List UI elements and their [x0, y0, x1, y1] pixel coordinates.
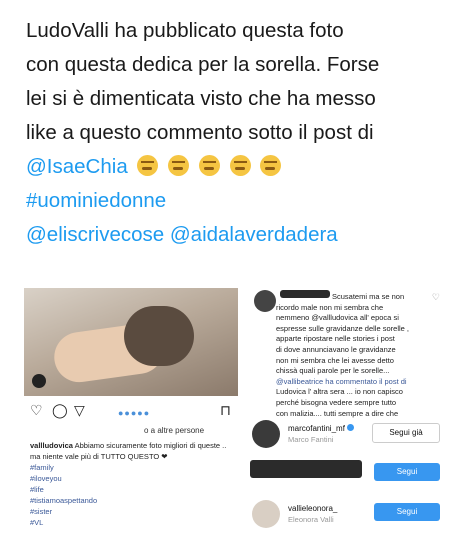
tweet-text: LudoValli ha pubblicato questa foto con …: [26, 14, 456, 252]
comment-line: apparte ripostare nelle stories i post: [276, 334, 395, 344]
verified-badge-icon: [346, 424, 354, 431]
caption-hashtag[interactable]: #tistiamoaspettando: [30, 495, 230, 506]
comment-line: con malizia.... tutti sempre a dire che: [276, 408, 399, 418]
user-fullname: Marco Fantini: [288, 435, 334, 444]
comment-line: nemmeno @vallludovica all' epoca si: [276, 313, 399, 323]
following-button[interactable]: Segui già: [372, 423, 440, 443]
heart-icon[interactable]: ♡: [432, 292, 440, 303]
avatar: [252, 420, 280, 448]
downcast-face-with-sweat-emoji-icon: [229, 155, 251, 176]
user-row[interactable]: marcofantini_mf Marco Fantini Segui già: [250, 420, 446, 452]
comment-line: espresse sulle gravidanze delle sorelle …: [276, 323, 409, 333]
tweet-line-mention: @IsaeChia: [26, 150, 456, 184]
comment-line: Ludovica l' altra sera ... io non capisc…: [276, 387, 403, 397]
caption-hashtag[interactable]: #iloveyou: [30, 473, 230, 484]
caption-username[interactable]: vallludovica: [30, 441, 73, 450]
user-tag-icon[interactable]: [32, 374, 46, 388]
avatar: [254, 290, 276, 312]
user-row[interactable]: vallieleonora_ Eleonora Valli Segui: [250, 500, 446, 532]
tweet-line: lei si è dimenticata visto che ha messo: [26, 87, 376, 110]
caption-hashtag[interactable]: #life: [30, 484, 230, 495]
comment-line: non mi sembra che lei avesse detto: [276, 355, 394, 365]
comment-line: chissà quali parole per le sorelle...: [276, 366, 390, 376]
user-username: marcofantini_mf: [288, 424, 354, 433]
bookmark-icon[interactable]: ⊓: [220, 402, 231, 419]
downcast-face-with-sweat-emoji-icon: [168, 155, 190, 176]
share-icon[interactable]: ▽: [74, 402, 85, 419]
comment-line: ricordo male non mi sembra che: [276, 302, 384, 312]
mention-link[interactable]: @eliscrivecose: [26, 223, 164, 246]
photo-figure: [124, 306, 194, 366]
avatar: [252, 500, 280, 528]
comment-line: Scusatemi ma se non: [332, 292, 405, 301]
comment-line: @vallibeatrice ha commentato il post di: [276, 376, 407, 386]
user-username: vallieleonora_: [288, 504, 338, 513]
mention-link[interactable]: @aidalaverdadera: [170, 223, 338, 246]
comment-line: di dove annunciavano le gravidanze: [276, 344, 396, 354]
post-photo: [24, 288, 238, 396]
tweet-line: LudoValli ha pubblicato questa foto: [26, 19, 344, 42]
downcast-face-with-sweat-emoji-icon: [198, 155, 220, 176]
caption-hashtag[interactable]: #family: [30, 462, 230, 473]
caption-hashtag[interactable]: #sister: [30, 506, 230, 517]
follow-button[interactable]: Segui: [374, 503, 440, 521]
caption-hashtag[interactable]: #VL: [30, 517, 230, 528]
instagram-post-screenshot: ♡ ◯ ▽ ⊓ ●●●●● o a altre persone vallludo…: [24, 288, 238, 548]
heart-icon[interactable]: ♡: [30, 402, 43, 419]
tweet-line-hashtag: #uominiedonne: [26, 184, 456, 218]
tweet-line: like a questo commento sotto il post di: [26, 121, 374, 144]
tweet-line-mentions: @eliscrivecose @aidalaverdadera: [26, 218, 456, 252]
follow-button[interactable]: Segui: [374, 463, 440, 481]
downcast-face-with-sweat-emoji-icon: [260, 155, 282, 176]
downcast-face-with-sweat-emoji-icon: [137, 155, 159, 176]
tweet-line: con questa dedica per la sorella. Forse: [26, 53, 380, 76]
comment-line: perché bisogna vedere sempre tutto: [276, 397, 397, 407]
hashtag-link[interactable]: #uominiedonne: [26, 189, 166, 212]
user-fullname: Eleonora Valli: [288, 515, 334, 524]
carousel-dots: ●●●●●: [118, 408, 151, 418]
mention-link[interactable]: @IsaeChia: [26, 155, 128, 178]
comment-screenshot: ♡ Scusatemi ma se non ricordo male non m…: [250, 288, 446, 548]
comment-icon[interactable]: ◯: [52, 402, 68, 419]
post-caption: vallludovica Abbiamo sicuramente foto mi…: [30, 440, 230, 528]
user-row[interactable]: Segui: [250, 460, 446, 492]
likes-others: o a altre persone: [144, 426, 205, 435]
redacted-user: [250, 460, 362, 478]
comment-text: Scusatemi ma se non ricordo male non mi …: [276, 292, 426, 419]
emoji-group: [133, 155, 282, 178]
